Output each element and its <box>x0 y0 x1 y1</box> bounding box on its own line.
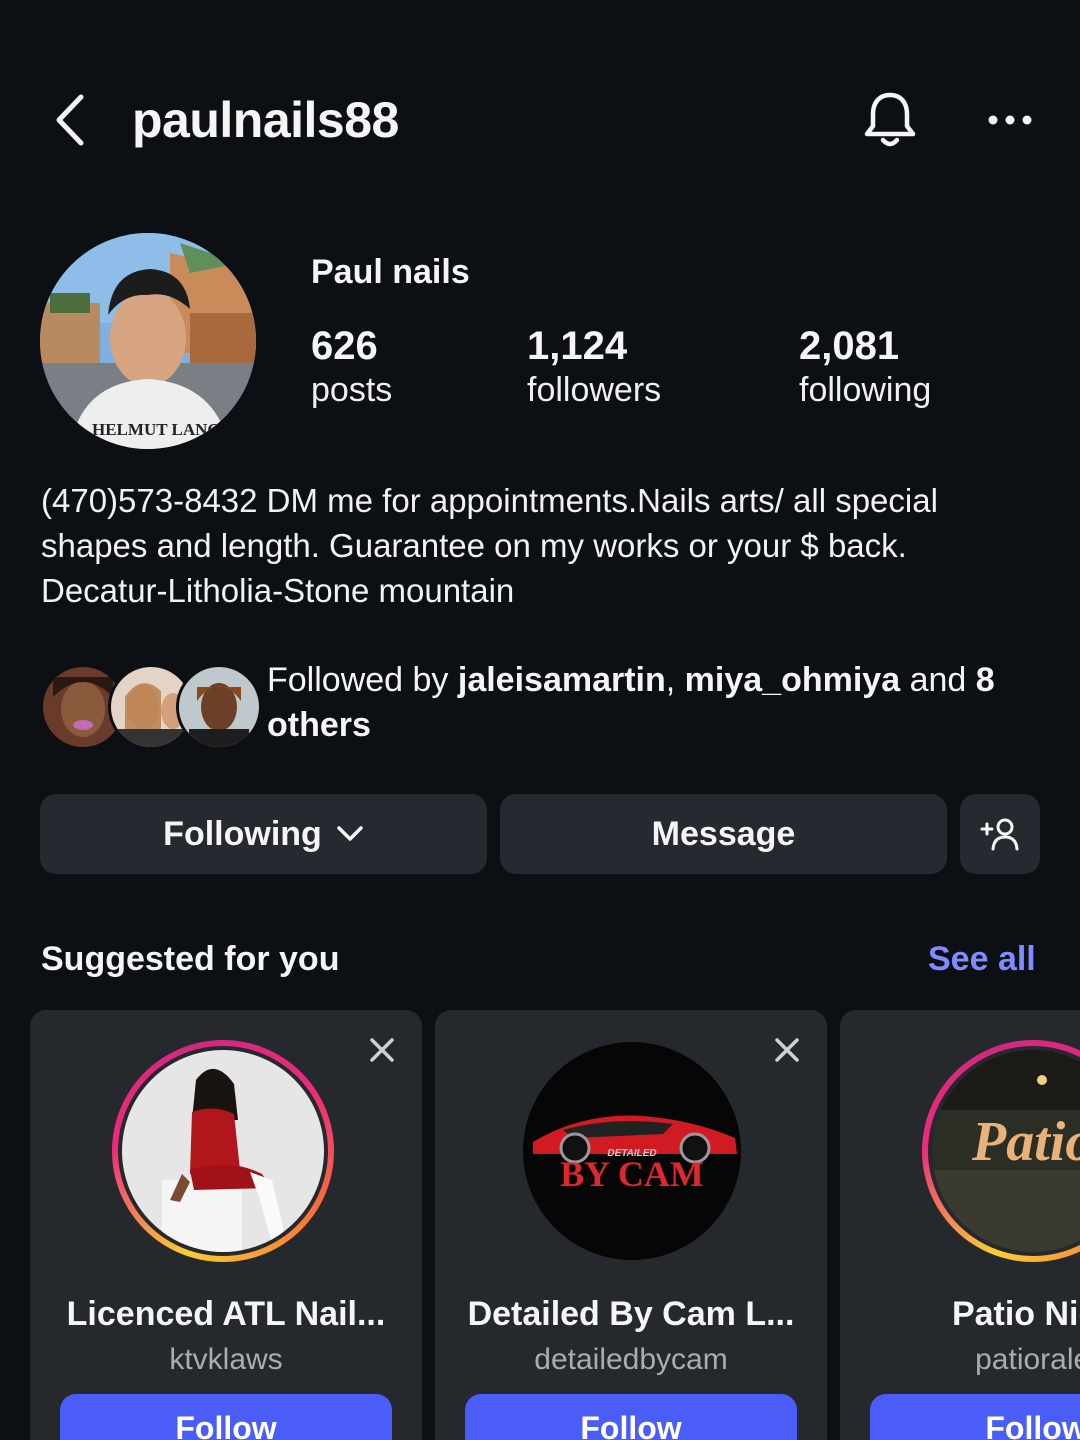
close-icon[interactable] <box>771 1034 803 1066</box>
suggested-card[interactable]: DETAILED BY CAM Detailed By Cam L... det… <box>435 1010 827 1440</box>
stat-followers-value: 1,124 <box>527 324 628 368</box>
suggested-handle: detailedbycam <box>534 1343 728 1376</box>
follow-button[interactable]: Follow <box>870 1394 1080 1440</box>
mutual-user-2[interactable]: miya_ohmiya <box>685 661 900 699</box>
bell-icon <box>864 92 916 147</box>
suggested-avatar: DETAILED BY CAM <box>523 1042 741 1260</box>
add-user-button[interactable] <box>960 794 1040 874</box>
chevron-left-icon <box>56 94 84 146</box>
message-button-label: Message <box>651 814 796 853</box>
suggested-card[interactable]: Patio Patio Nigh patioralei Follow <box>840 1010 1080 1440</box>
logo-text: Patio <box>971 1111 1080 1173</box>
suggested-name: Licenced ATL Nail... <box>66 1295 386 1333</box>
mutual-user-1[interactable]: jaleisamartin <box>458 661 666 699</box>
more-options-button[interactable] <box>980 86 1040 154</box>
chevron-down-icon <box>337 826 363 841</box>
message-button[interactable]: Message <box>500 794 947 874</box>
display-name: Paul nails <box>311 253 470 291</box>
suggested-name: Detailed By Cam L... <box>467 1295 795 1333</box>
stat-followers[interactable]: 1,124 followers <box>527 322 661 410</box>
stat-posts-value: 626 <box>311 324 378 368</box>
suggested-handle: ktvklaws <box>169 1343 283 1376</box>
mutual-avatar <box>176 664 262 750</box>
top-bar: paulnails88 <box>0 80 1080 160</box>
stat-posts-label: posts <box>311 371 393 409</box>
more-horizontal-icon <box>988 115 1032 125</box>
suggested-avatar <box>122 1050 324 1252</box>
followed-by-and: and <box>900 661 976 699</box>
suggested-name: Patio Nigh <box>951 1295 1080 1333</box>
back-button[interactable] <box>48 90 92 150</box>
followed-by-text: Followed by jaleisamartin, miya_ohmiya a… <box>267 658 1042 748</box>
see-all-link[interactable]: See all <box>928 937 1036 981</box>
stat-followers-label: followers <box>527 371 662 409</box>
avatar-photo: HELMUT LANG <box>40 233 256 449</box>
followed-by-sep: , <box>665 661 685 699</box>
logo-big-text: BY CAM <box>560 1154 704 1194</box>
stat-following-value: 2,081 <box>799 324 900 368</box>
followed-by-prefix: Followed by <box>267 661 458 699</box>
profile-username: paulnails88 <box>132 92 399 148</box>
mutual-followers[interactable]: Followed by jaleisamartin, miya_ohmiya a… <box>40 658 1040 754</box>
mutual-avatars <box>40 664 262 750</box>
notifications-button[interactable] <box>858 86 922 154</box>
stat-following-label: following <box>799 371 932 409</box>
follow-button[interactable]: Follow <box>60 1394 392 1440</box>
suggested-card[interactable]: Licenced ATL Nail... ktvklaws Follow <box>30 1010 422 1440</box>
stat-posts[interactable]: 626 posts <box>311 322 392 410</box>
avatar-shirt-text: HELMUT LANG <box>92 420 221 439</box>
profile-avatar[interactable]: HELMUT LANG <box>40 233 256 449</box>
following-button[interactable]: Following <box>40 794 487 874</box>
profile-bio: (470)573-8432 DM me for appointments.Nai… <box>41 482 938 609</box>
add-user-icon <box>980 818 1019 851</box>
suggested-handle: patioralei <box>975 1343 1080 1376</box>
profile-page: paulnails88 HELMUT LANG Paul nails 626 p… <box>0 0 1080 1440</box>
follow-button[interactable]: Follow <box>465 1394 797 1440</box>
close-icon[interactable] <box>366 1034 398 1066</box>
following-button-label: Following <box>163 814 322 853</box>
suggested-title: Suggested for you <box>41 940 340 978</box>
stat-following[interactable]: 2,081 following <box>799 322 931 410</box>
